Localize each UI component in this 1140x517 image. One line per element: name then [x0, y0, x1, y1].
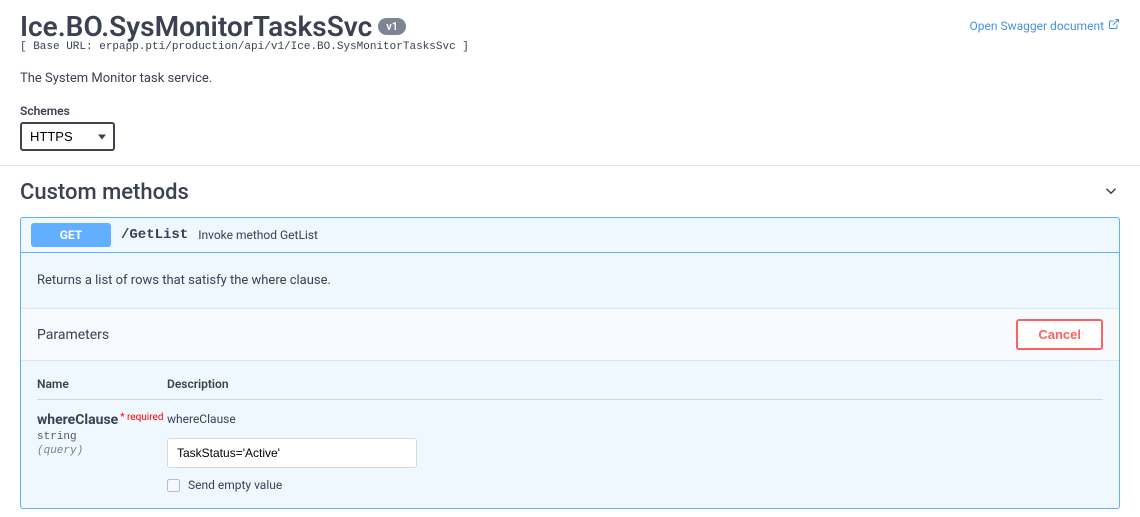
base-url: [ Base URL: erpapp.pti/production/api/v1…: [20, 41, 1120, 53]
column-description: Description: [167, 377, 1103, 391]
version-badge: v1: [378, 18, 406, 35]
parameters-table: Name Description whereClause* required s…: [21, 361, 1119, 508]
send-empty-row[interactable]: Send empty value: [167, 478, 1103, 492]
param-type: string: [37, 431, 167, 443]
schemes-select[interactable]: HTTPS: [20, 122, 115, 151]
operation-block: GET /GetList Invoke method GetList Retur…: [20, 217, 1120, 509]
operation-description: Returns a list of rows that satisfy the …: [21, 253, 1119, 308]
open-swagger-link[interactable]: Open Swagger document: [970, 18, 1120, 33]
schemes-label: Schemes: [20, 104, 1120, 118]
open-swagger-label: Open Swagger document: [970, 19, 1104, 33]
chevron-down-icon: [1102, 182, 1120, 204]
cancel-button[interactable]: Cancel: [1016, 319, 1103, 350]
operation-path: /GetList: [121, 227, 188, 243]
operation-summary-text: Invoke method GetList: [198, 228, 318, 242]
send-empty-label: Send empty value: [188, 478, 282, 492]
param-name: whereClause: [37, 412, 118, 428]
api-title: Ice.BO.SysMonitorTasksSvc: [20, 10, 372, 43]
section-title: Custom methods: [20, 180, 189, 205]
schemes-block: Schemes HTTPS: [0, 86, 1140, 165]
parameters-title: Parameters: [37, 327, 109, 343]
parameter-row: whereClause* required string (query) whe…: [37, 412, 1103, 492]
custom-methods-section: Custom methods GET /GetList Invoke metho…: [0, 166, 1140, 509]
operation-summary[interactable]: GET /GetList Invoke method GetList: [21, 218, 1119, 253]
api-description: The System Monitor task service.: [20, 71, 1120, 86]
api-header: Ice.BO.SysMonitorTasksSvc v1 [ Base URL:…: [0, 0, 1140, 86]
param-value-input[interactable]: [167, 438, 417, 468]
column-name: Name: [37, 377, 167, 391]
param-description: whereClause: [167, 412, 1103, 426]
required-badge: * required: [120, 412, 163, 423]
section-header[interactable]: Custom methods: [20, 180, 1120, 213]
send-empty-checkbox[interactable]: [167, 479, 180, 492]
operation-body: Returns a list of rows that satisfy the …: [21, 253, 1119, 508]
http-method-badge: GET: [31, 223, 111, 247]
table-header-row: Name Description: [37, 377, 1103, 400]
external-link-icon: [1108, 18, 1120, 33]
param-in: (query): [37, 445, 167, 457]
parameters-header: Parameters Cancel: [21, 308, 1119, 361]
